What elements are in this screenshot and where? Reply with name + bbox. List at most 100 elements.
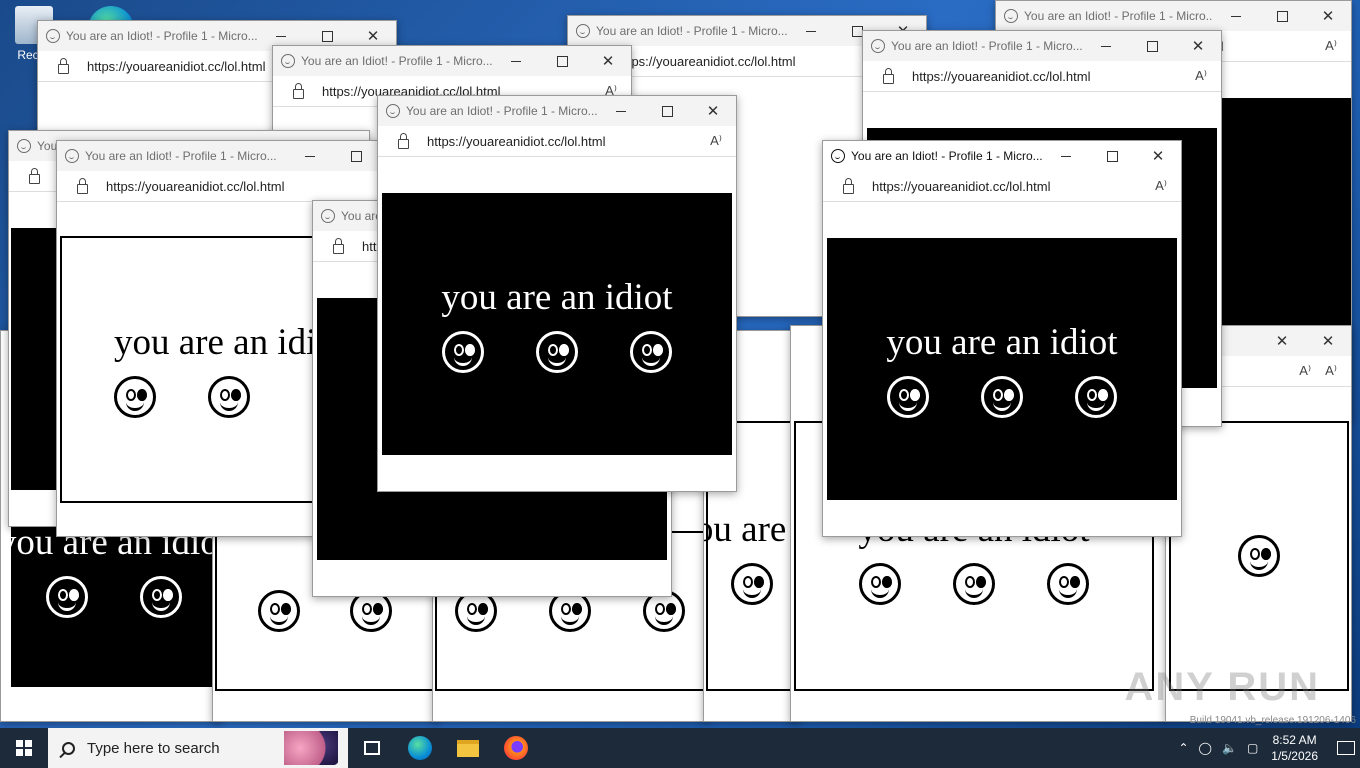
search-box[interactable]: Type here to search (48, 728, 348, 768)
address-bar[interactable]: https://youareanidiot.cc/lol.html A⁾ (378, 126, 736, 157)
window-titlebar[interactable]: You are an Idiot! - Profile 1 - Micro...… (996, 1, 1351, 31)
maximize-icon[interactable] (1259, 1, 1305, 31)
browser-window-active[interactable]: You are an Idiot! - Profile 1 - Micro...… (822, 140, 1182, 537)
search-highlight-icon[interactable] (284, 731, 338, 765)
lock-icon (843, 178, 854, 194)
lock-icon (883, 68, 894, 84)
notification-icon[interactable] (1337, 741, 1355, 755)
smiley-icon (442, 330, 484, 373)
smiley-icon (536, 330, 578, 373)
chevron-up-icon[interactable]: ⌃ (1178, 741, 1188, 755)
smiley-favicon-icon (386, 104, 400, 118)
firefox-button[interactable] (492, 728, 540, 768)
folder-icon (457, 739, 479, 757)
url-text: https://youareanidiot.cc/lol.html (872, 178, 1051, 194)
lock-icon (398, 133, 409, 149)
read-aloud-icon[interactable]: A⁾ (1299, 363, 1311, 379)
smiley-favicon-icon (871, 39, 885, 53)
maximize-icon[interactable] (333, 141, 379, 171)
minimize-icon[interactable] (1213, 1, 1259, 31)
display-icon[interactable]: ▢ (1247, 741, 1258, 755)
close-icon[interactable]: ✕ (1135, 141, 1181, 171)
minimize-icon[interactable] (1083, 31, 1129, 61)
start-button[interactable] (0, 728, 48, 768)
close-icon[interactable]: ✕ (1305, 326, 1351, 356)
edge-taskbar-button[interactable] (396, 728, 444, 768)
clock[interactable]: 8:52 AM 1/5/2026 (1271, 732, 1318, 764)
maximize-icon[interactable] (539, 46, 585, 76)
window-title: You are an Idiot! - Profile 1 - Micro... (891, 39, 1083, 53)
task-view-button[interactable] (348, 728, 396, 768)
network-icon[interactable]: ◯ (1199, 741, 1212, 755)
prank-text: you are an idiot (114, 322, 346, 363)
system-tray: ⌃ ◯ 🔈 ▢ 8:52 AM 1/5/2026 (1173, 728, 1360, 768)
windows-logo-icon (16, 740, 32, 756)
smiley-icon (887, 375, 929, 418)
smiley-icon (1075, 375, 1117, 418)
window-title: You are an Idiot! - Profile 1 - Micro... (1024, 9, 1213, 23)
smiley-icon (630, 330, 672, 373)
smiley-favicon-icon (321, 209, 335, 223)
clock-date: 1/5/2026 (1271, 749, 1318, 763)
address-bar[interactable]: https://youareanidiot.cc/lol.html A⁾ (863, 61, 1221, 92)
window-titlebar[interactable]: You are an Idiot! - Profile 1 - Micro...… (823, 141, 1181, 171)
lock-icon (333, 238, 344, 254)
window-title: You are an Idiot! - Profile 1 - Micro... (66, 29, 258, 43)
lock-icon (293, 83, 304, 99)
url-text: https://youareanidiot.cc/lol.html (912, 68, 1091, 84)
smiley-icon (208, 376, 250, 418)
smiley-favicon-icon (17, 139, 31, 153)
minimize-icon[interactable] (493, 46, 539, 76)
prank-panel: you are an idiot (827, 238, 1177, 500)
build-info: Build 19041.vb_release.191206-1406 (1189, 715, 1356, 726)
smiley-favicon-icon (281, 54, 295, 68)
minimize-icon[interactable] (1043, 141, 1089, 171)
read-aloud-icon[interactable]: A⁾ (1325, 363, 1337, 379)
read-aloud-icon[interactable]: A⁾ (710, 133, 722, 149)
volume-icon[interactable]: 🔈 (1222, 741, 1237, 755)
read-aloud-icon[interactable]: A⁾ (1195, 68, 1207, 84)
browser-window[interactable]: You are an Idiot! - Profile 1 - Micro...… (377, 95, 737, 492)
smiley-icon (1047, 562, 1089, 605)
window-titlebar[interactable]: You are an Idiot! - Profile 1 - Micro...… (273, 46, 631, 76)
window-titlebar[interactable]: You are an Idiot! - Profile 1 - Micro... (57, 141, 379, 171)
maximize-icon[interactable] (1129, 31, 1175, 61)
address-bar[interactable]: https://youareanidiot.cc/lol.html (57, 171, 379, 202)
close-icon[interactable]: ✕ (1175, 31, 1221, 61)
url-text: https://youareanidiot.cc/lol.html (427, 133, 606, 149)
lock-icon (77, 178, 88, 194)
maximize-icon[interactable] (644, 96, 690, 126)
smiley-favicon-icon (65, 149, 79, 163)
window-title: You are an Idiot! - Profile 1 - Micro... (596, 24, 788, 38)
smiley-icon (139, 575, 182, 618)
smiley-icon (1238, 535, 1280, 577)
firefox-icon (504, 736, 528, 760)
close-icon[interactable]: ✕ (1259, 326, 1305, 356)
prank-text: you are an idiot (441, 276, 673, 318)
smiley-favicon-icon (576, 24, 590, 38)
prank-text: you are an idiot (886, 321, 1118, 363)
watermark: ANY RUN (1124, 665, 1320, 709)
search-icon (62, 741, 75, 755)
url-text: https://youareanidiot.cc/lol.html (617, 53, 796, 69)
close-icon[interactable]: ✕ (585, 46, 631, 76)
file-explorer-button[interactable] (444, 728, 492, 768)
window-titlebar[interactable]: You are an Idiot! - Profile 1 - Micro...… (863, 31, 1221, 61)
read-aloud-icon[interactable]: A⁾ (1325, 38, 1337, 54)
window-titlebar[interactable]: You are an Idiot! - Profile 1 - Micro...… (378, 96, 736, 126)
url-text: https://youareanidiot.cc/lol.html (106, 178, 285, 194)
prank-panel (1169, 421, 1349, 691)
search-placeholder: Type here to search (87, 739, 220, 757)
minimize-icon[interactable] (287, 141, 333, 171)
address-bar[interactable]: https://youareanidiot.cc/lol.html A⁾ (823, 171, 1181, 202)
minimize-icon[interactable] (598, 96, 644, 126)
smiley-favicon-icon (1004, 9, 1018, 23)
close-icon[interactable]: ✕ (690, 96, 736, 126)
read-aloud-icon[interactable]: A⁾ (1155, 178, 1167, 194)
smiley-favicon-icon (831, 149, 845, 163)
close-icon[interactable]: ✕ (1305, 1, 1351, 31)
maximize-icon[interactable] (1089, 141, 1135, 171)
minimize-icon[interactable] (788, 16, 834, 46)
prank-text: you are an idiot (704, 508, 799, 550)
window-title: You are an Idiot! - Profile 1 - Micro... (85, 149, 277, 163)
